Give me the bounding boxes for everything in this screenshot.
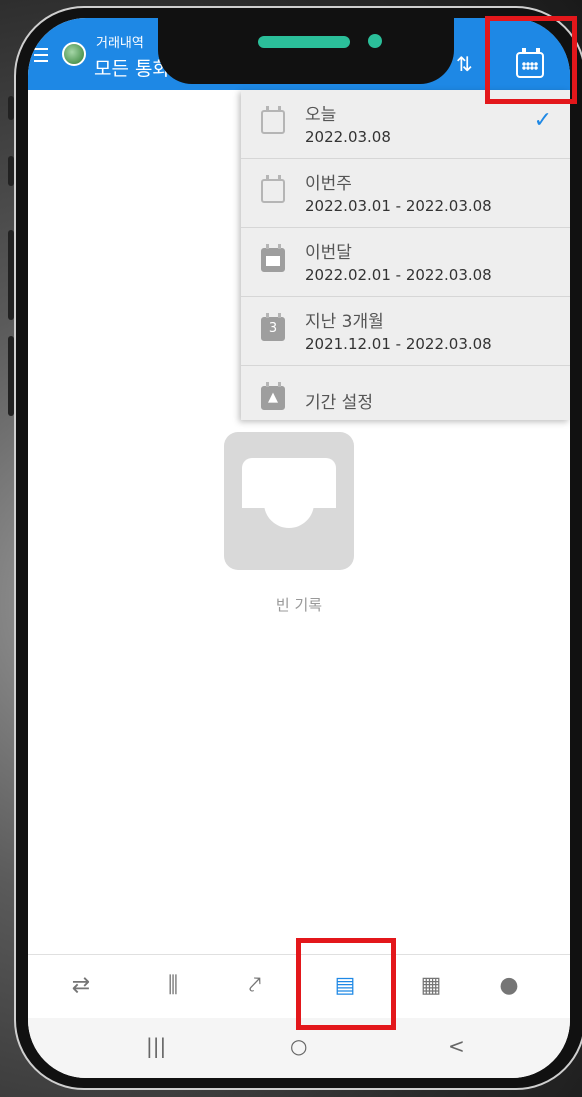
date-option-this-week[interactable]: 이번주 2022.03.01 - 2022.03.08	[241, 159, 570, 228]
side-button	[8, 156, 14, 186]
camera-notch	[158, 18, 454, 84]
date-option-label: 이번주	[305, 174, 352, 194]
date-option-label: 오늘	[305, 105, 337, 125]
date-range-menu: 오늘 2022.03.08 ✓ 이번주 2022.03.01 - 2022.03…	[241, 90, 570, 420]
calendar-month-icon	[261, 244, 285, 272]
highlight-history-tab	[296, 938, 396, 1030]
messages-icon[interactable]: ●	[492, 969, 526, 1003]
screen-subtitle: 거래내역	[96, 36, 144, 51]
date-option-label: 기간 설정	[305, 393, 373, 413]
date-option-label: 지난 3개월	[305, 312, 384, 332]
side-button	[8, 96, 14, 120]
back-button[interactable]: <	[448, 1034, 465, 1058]
date-option-last-3-months[interactable]: 3 지난 3개월 2021.12.01 - 2022.03.08	[241, 297, 570, 366]
quotes-icon[interactable]: ⇄	[64, 969, 98, 1003]
hamburger-menu-icon[interactable]	[34, 48, 48, 62]
date-option-label: 이번달	[305, 243, 352, 263]
check-icon: ✓	[533, 108, 552, 133]
empty-inbox-icon	[224, 432, 354, 570]
date-option-this-month[interactable]: 이번달 2022.02.01 - 2022.03.08	[241, 228, 570, 297]
front-camera	[368, 34, 382, 48]
date-option-range: 2022.03.01 - 2022.03.08	[305, 197, 492, 215]
calendar-quarter-icon: 3	[261, 313, 285, 341]
date-option-range: 2022.03.08	[305, 128, 391, 146]
chart-icon[interactable]: ⫼	[156, 969, 190, 1003]
phone-screen: 거래내역 모든 통화 ⇅ 오늘 2022.03.08 ✓ 이번주 2022.03…	[28, 18, 570, 1078]
news-icon[interactable]: ▦	[414, 969, 448, 1003]
side-button	[8, 336, 14, 416]
recent-apps-button[interactable]: |||	[146, 1034, 166, 1058]
side-button	[8, 230, 14, 320]
home-button[interactable]: ○	[290, 1034, 307, 1058]
trade-icon[interactable]: ⤤	[238, 969, 272, 1003]
date-option-range: 2021.12.01 - 2022.03.08	[305, 335, 492, 353]
calendar-week-icon	[261, 175, 285, 203]
date-option-range: 2022.02.01 - 2022.03.08	[305, 266, 492, 284]
calendar-icon	[261, 106, 285, 134]
speaker-grille	[258, 36, 350, 48]
highlight-calendar-button	[485, 16, 577, 104]
sort-icon[interactable]: ⇅	[456, 52, 482, 78]
calendar-custom-icon: ▲	[261, 382, 285, 410]
app-logo	[62, 42, 86, 66]
empty-state-text: 빈 기록	[275, 596, 323, 614]
date-option-custom-period[interactable]: ▲ 기간 설정	[241, 366, 570, 435]
